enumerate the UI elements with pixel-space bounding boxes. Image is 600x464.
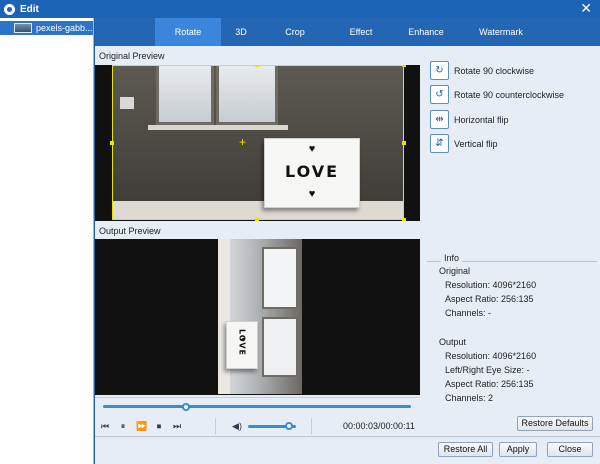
crop-handle[interactable]: [402, 218, 406, 221]
tab-effect[interactable]: Effect: [339, 18, 383, 46]
rotate-clockwise-label: Rotate 90 clockwise: [454, 66, 535, 76]
timecode: 00:00:03/00:00:11: [343, 421, 415, 431]
output-preview-label: Output Preview: [99, 226, 161, 236]
lightbox-sign: ♥ LOVE: [226, 321, 258, 369]
close-button[interactable]: Close: [547, 442, 593, 457]
original-resolution: Resolution: 4096*2160: [445, 280, 537, 290]
pause-icon[interactable]: ⏸: [118, 421, 128, 431]
tab-bar: Rotate 3D Crop Effect Enhance Watermark: [95, 18, 600, 46]
original-channels: Channels: -: [445, 308, 492, 318]
original-preview-label: Original Preview: [99, 51, 165, 61]
app-icon: [4, 4, 15, 15]
skip-forward-icon[interactable]: ⏭: [172, 421, 182, 431]
crop-handle[interactable]: [255, 218, 259, 221]
output-info-heading: Output: [439, 337, 467, 347]
fast-forward-icon[interactable]: ⏩: [136, 421, 147, 431]
tab-3d[interactable]: 3D: [221, 18, 261, 46]
file-list-item[interactable]: pexels-gabb...: [0, 21, 93, 35]
divider: [311, 418, 312, 434]
divider: [215, 418, 216, 434]
output-eye-size: Left/Right Eye Size: -: [445, 365, 530, 375]
rotate-ccw-icon: ↺: [430, 85, 449, 104]
crop-handle[interactable]: [255, 65, 259, 67]
rotate-cw-icon: ↻: [430, 61, 449, 80]
crop-handle[interactable]: [402, 141, 406, 145]
skip-back-icon[interactable]: ⏮: [100, 421, 110, 431]
lightbox-text: LOVE: [237, 328, 247, 357]
tab-watermark[interactable]: Watermark: [473, 18, 529, 46]
window-pane: [262, 247, 298, 309]
output-resolution: Resolution: 4096*2160: [445, 351, 537, 361]
output-channels: Channels: 2: [445, 393, 494, 403]
output-video-frame: ♥ LOVE: [218, 239, 302, 394]
divider: [95, 397, 420, 398]
original-info-heading: Original: [439, 266, 471, 276]
apply-button[interactable]: Apply: [499, 442, 537, 457]
volume-handle[interactable]: [284, 422, 293, 430]
table-surface: [218, 239, 230, 394]
output-preview: ♥ LOVE: [95, 239, 420, 395]
volume-icon[interactable]: ◀): [232, 421, 242, 431]
crop-center-icon: +: [239, 135, 247, 149]
edit-content: Original Preview ♥ LOVE ♥ + Output Previ…: [95, 46, 600, 464]
file-name: pexels-gabb...: [36, 23, 92, 33]
output-aspect-ratio: Aspect Ratio: 256:135: [445, 379, 534, 389]
restore-all-button[interactable]: Restore All: [438, 442, 493, 457]
vertical-flip-label: Vertical flip: [454, 139, 498, 149]
vertical-flip-icon: ⇵: [430, 134, 449, 153]
divider: [95, 436, 600, 437]
tab-rotate[interactable]: Rotate: [155, 18, 221, 46]
rotate-counterclockwise-label: Rotate 90 counterclockwise: [454, 90, 565, 100]
crop-handle[interactable]: [110, 141, 114, 145]
seek-bar[interactable]: [103, 405, 411, 408]
original-preview[interactable]: ♥ LOVE ♥ +: [95, 65, 420, 221]
video-thumbnail: [14, 23, 32, 33]
close-icon[interactable]: ✕: [580, 1, 592, 16]
crop-frame[interactable]: [112, 65, 404, 220]
tab-crop[interactable]: Crop: [275, 18, 315, 46]
file-list-panel: pexels-gabb...: [0, 18, 94, 464]
horizontal-flip-icon: ⇹: [430, 110, 449, 129]
title-bar: Edit ✕: [0, 0, 600, 18]
stop-icon[interactable]: ⏹: [154, 421, 164, 431]
seek-handle[interactable]: [182, 403, 191, 411]
tab-enhance[interactable]: Enhance: [401, 18, 451, 46]
window-title: Edit: [20, 4, 39, 15]
restore-defaults-button[interactable]: Restore Defaults: [517, 416, 593, 431]
crop-handle[interactable]: [402, 65, 406, 67]
horizontal-flip-label: Horizontal flip: [454, 115, 509, 125]
info-title: Info: [441, 253, 463, 263]
window-pane: [262, 317, 298, 377]
original-aspect-ratio: Aspect Ratio: 256:135: [445, 294, 534, 304]
